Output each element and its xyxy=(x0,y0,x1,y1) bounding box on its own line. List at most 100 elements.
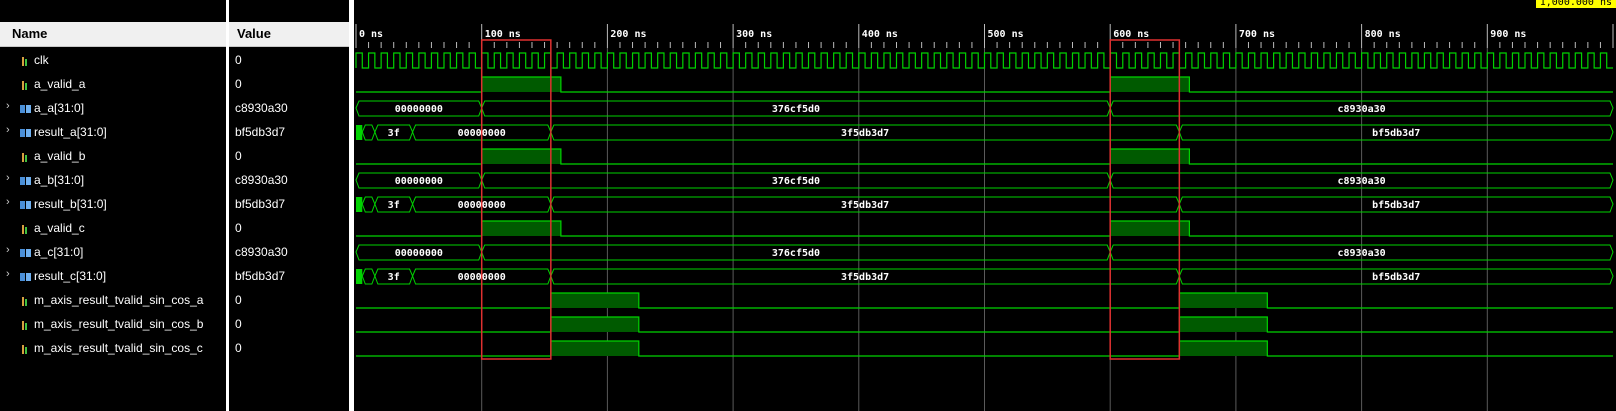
time-tick-label: 800 ns xyxy=(1365,29,1401,40)
signal-row[interactable]: › result_c[31:0] xyxy=(0,264,226,288)
signal-row[interactable]: a_valid_c xyxy=(0,216,226,240)
value-row[interactable]: bf5db3d7 xyxy=(229,120,349,144)
bit-high-fill xyxy=(481,77,561,92)
time-tick-label: 400 ns xyxy=(862,29,898,40)
bit-signal-icon xyxy=(20,78,30,90)
signal-value: 0 xyxy=(235,149,242,163)
waveform-canvas[interactable]: 0 ns 100 ns 200 ns 300 ns 400 ns 500 ns 600 ns… xyxy=(354,0,1616,411)
expand-chevron-icon[interactable]: › xyxy=(6,172,10,184)
signal-row[interactable]: a_valid_a xyxy=(0,72,226,96)
bit-signal-icon xyxy=(20,54,30,66)
bit-high-fill xyxy=(1110,77,1190,92)
value-row[interactable]: 0 xyxy=(229,144,349,168)
bit-high-fill xyxy=(481,221,561,236)
signal-row[interactable]: m_axis_result_tvalid_sin_cos_a xyxy=(0,288,226,312)
signal-name: result_c[31:0] xyxy=(34,269,107,283)
clock-waveform xyxy=(355,52,1613,69)
signal-value-panel: Value 0 0 c8930a30 bf5db3d7 0 c8930a30 bf5db3d… xyxy=(229,0,349,411)
expand-chevron-icon[interactable]: › xyxy=(6,196,10,208)
bus-value-label: 3f5db3d7 xyxy=(841,272,889,283)
signal-value: 0 xyxy=(235,77,242,91)
bus-value-label: 3f5db3d7 xyxy=(841,200,889,211)
bit-signal-icon xyxy=(20,318,30,330)
signal-name: m_axis_result_tvalid_sin_cos_b xyxy=(34,317,204,331)
time-tick-label: 900 ns xyxy=(1490,29,1526,40)
bus-value-label: 376cf5d0 xyxy=(772,176,820,187)
signal-value: c8930a30 xyxy=(235,101,288,115)
signal-row[interactable]: a_valid_b xyxy=(0,144,226,168)
signal-value: bf5db3d7 xyxy=(235,197,286,211)
bit-signal-icon xyxy=(20,222,30,234)
bit-high-fill xyxy=(1179,317,1268,332)
bus-signal-icon xyxy=(20,126,31,137)
bit-high-fill xyxy=(550,341,639,356)
value-row[interactable]: 0 xyxy=(229,48,349,72)
signal-row[interactable]: › result_b[31:0] xyxy=(0,192,226,216)
signal-name: m_axis_result_tvalid_sin_cos_a xyxy=(34,293,204,307)
signal-row[interactable]: m_axis_result_tvalid_sin_cos_b xyxy=(0,312,226,336)
value-row[interactable]: 0 xyxy=(229,288,349,312)
value-row[interactable]: c8930a30 xyxy=(229,168,349,192)
bit-high-fill xyxy=(1110,221,1190,236)
signal-name: result_b[31:0] xyxy=(34,197,107,211)
signal-value: c8930a30 xyxy=(235,173,288,187)
bus-signal-icon xyxy=(20,270,31,281)
signal-row[interactable]: clk xyxy=(0,48,226,72)
bit-high-fill xyxy=(1179,293,1268,308)
value-row[interactable]: bf5db3d7 xyxy=(229,192,349,216)
time-tick-label: 200 ns xyxy=(610,29,646,40)
signal-value: c8930a30 xyxy=(235,245,288,259)
bus-value-label: 00000000 xyxy=(395,248,443,259)
signal-row[interactable]: › a_a[31:0] xyxy=(0,96,226,120)
value-row[interactable]: 0 xyxy=(229,216,349,240)
bus-signal-icon xyxy=(20,198,31,209)
signal-row[interactable]: › result_a[31:0] xyxy=(0,120,226,144)
bit-high-fill xyxy=(550,317,639,332)
time-tick-label: 600 ns xyxy=(1113,29,1149,40)
bus-undefined-marker xyxy=(356,197,363,212)
waveform-panel[interactable]: 1,000.000 ns 0 ns 100 ns 200 ns 300 ns 400 n… xyxy=(354,0,1616,411)
bus-value-label: 376cf5d0 xyxy=(772,248,820,259)
signal-row[interactable]: › a_b[31:0] xyxy=(0,168,226,192)
bit-high-fill xyxy=(550,293,639,308)
bus-value-label: 3f xyxy=(388,128,400,139)
value-row[interactable]: c8930a30 xyxy=(229,96,349,120)
signal-name: a_a[31:0] xyxy=(34,101,85,115)
signal-value: 0 xyxy=(235,317,242,331)
value-row[interactable]: bf5db3d7 xyxy=(229,264,349,288)
value-column-header[interactable]: Value xyxy=(229,22,349,47)
bus-value-label: 00000000 xyxy=(395,176,443,187)
signal-name: a_b[31:0] xyxy=(34,173,85,187)
signal-row[interactable]: m_axis_result_tvalid_sin_cos_c xyxy=(0,336,226,360)
value-row[interactable]: 0 xyxy=(229,336,349,360)
signal-name: a_valid_b xyxy=(34,149,86,163)
expand-chevron-icon[interactable]: › xyxy=(6,268,10,280)
value-row[interactable]: 0 xyxy=(229,312,349,336)
signal-row[interactable]: › a_c[31:0] xyxy=(0,240,226,264)
expand-chevron-icon[interactable]: › xyxy=(6,244,10,256)
bus-value-label: c8930a30 xyxy=(1338,176,1386,187)
name-header-label: Name xyxy=(12,26,48,41)
bus-value-label: c8930a30 xyxy=(1338,104,1386,115)
signal-name: clk xyxy=(34,53,49,67)
time-tick-label: 500 ns xyxy=(988,29,1024,40)
bus-value-label: 3f xyxy=(388,272,400,283)
signal-value: 0 xyxy=(235,341,242,355)
bus-value-label: 00000000 xyxy=(395,104,443,115)
name-column-header[interactable]: Name xyxy=(0,22,226,47)
expand-chevron-icon[interactable]: › xyxy=(6,100,10,112)
bit-high-fill xyxy=(1179,341,1268,356)
time-tick-label: 300 ns xyxy=(736,29,772,40)
signal-value: 0 xyxy=(235,221,242,235)
bus-signal-icon xyxy=(20,102,31,113)
value-row[interactable]: c8930a30 xyxy=(229,240,349,264)
bus-value-label: bf5db3d7 xyxy=(1372,200,1420,211)
bit-high-fill xyxy=(481,149,561,164)
value-row[interactable]: 0 xyxy=(229,72,349,96)
signal-value: 0 xyxy=(235,293,242,307)
bus-undefined-marker xyxy=(356,269,363,284)
signal-name: a_c[31:0] xyxy=(34,245,84,259)
bit-high-fill xyxy=(1110,149,1190,164)
expand-chevron-icon[interactable]: › xyxy=(6,124,10,136)
bus-value-label: bf5db3d7 xyxy=(1372,128,1420,139)
